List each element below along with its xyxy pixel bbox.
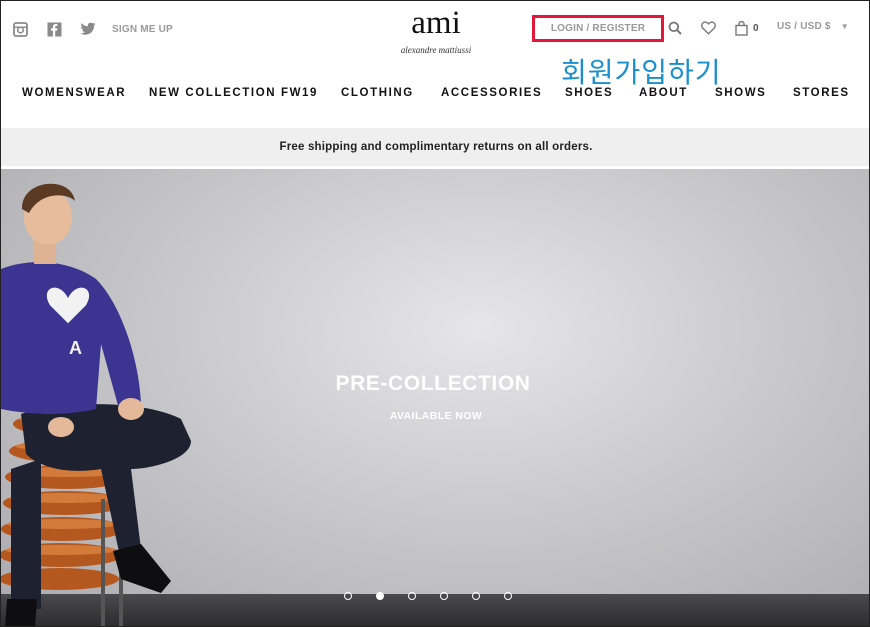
- sign-me-up-link[interactable]: SIGN ME UP: [112, 24, 173, 35]
- hero-model-image: A: [1, 183, 191, 626]
- search-icon[interactable]: [668, 21, 682, 35]
- nav-item-shows[interactable]: SHOWS: [715, 87, 766, 99]
- hero-subtitle[interactable]: AVAILABLE NOW: [1, 410, 869, 422]
- nav-item-stores[interactable]: STORES: [793, 87, 850, 99]
- nav-item-womenswear[interactable]: WOMENSWEAR: [22, 87, 126, 99]
- carousel-dot[interactable]: [504, 592, 512, 600]
- nav-item-accessories[interactable]: ACCESSORIES: [441, 87, 542, 99]
- carousel-dot[interactable]: [408, 592, 416, 600]
- nav-item-clothing[interactable]: CLOTHING: [341, 87, 414, 99]
- nav-item-new-collection[interactable]: NEW COLLECTION FW19: [149, 87, 318, 99]
- instagram-icon[interactable]: [12, 21, 28, 37]
- carousel-dot-active[interactable]: [376, 592, 384, 600]
- top-bar: SIGN ME UP ami alexandre mattiussi LOGIN…: [1, 1, 869, 89]
- facebook-icon[interactable]: [46, 21, 62, 37]
- logo-wordmark: ami: [411, 5, 461, 41]
- shopping-bag[interactable]: 0: [735, 21, 759, 36]
- hero-title: PRE-COLLECTION: [1, 372, 869, 396]
- shipping-banner: Free shipping and complimentary returns …: [1, 128, 869, 166]
- social-links: SIGN ME UP: [12, 21, 173, 37]
- register-annotation: 회원가입하기: [561, 56, 722, 89]
- carousel-dot[interactable]: [472, 592, 480, 600]
- page-frame: SIGN ME UP ami alexandre mattiussi LOGIN…: [0, 0, 870, 627]
- chevron-down-icon: ▼: [840, 22, 849, 31]
- currency-selector[interactable]: US / USD $ ▼: [777, 21, 849, 32]
- carousel-dot[interactable]: [344, 592, 352, 600]
- nav-item-about[interactable]: ABOUT: [639, 87, 688, 99]
- login-register-link[interactable]: LOGIN / REGISTER: [532, 15, 664, 42]
- currency-label: US / USD $: [777, 21, 831, 32]
- heart-icon[interactable]: [701, 21, 716, 35]
- bag-count: 0: [753, 23, 759, 34]
- carousel-dot[interactable]: [440, 592, 448, 600]
- carousel-indicators: [344, 592, 512, 600]
- logo-tagline: alexandre mattiussi: [400, 45, 472, 55]
- main-nav: WOMENSWEAR NEW COLLECTION FW19 CLOTHING …: [1, 87, 869, 107]
- svg-text:A: A: [69, 338, 82, 358]
- brand-logo[interactable]: ami alexandre mattiussi: [381, 5, 491, 55]
- nav-item-shoes[interactable]: SHOES: [565, 87, 613, 99]
- bag-icon: [735, 21, 748, 36]
- twitter-icon[interactable]: [80, 21, 96, 37]
- hero-carousel[interactable]: A PRE-COLLECTION AVAILABLE NOW: [1, 169, 869, 626]
- hero-title-text: PRE-COLLECTION: [335, 372, 531, 395]
